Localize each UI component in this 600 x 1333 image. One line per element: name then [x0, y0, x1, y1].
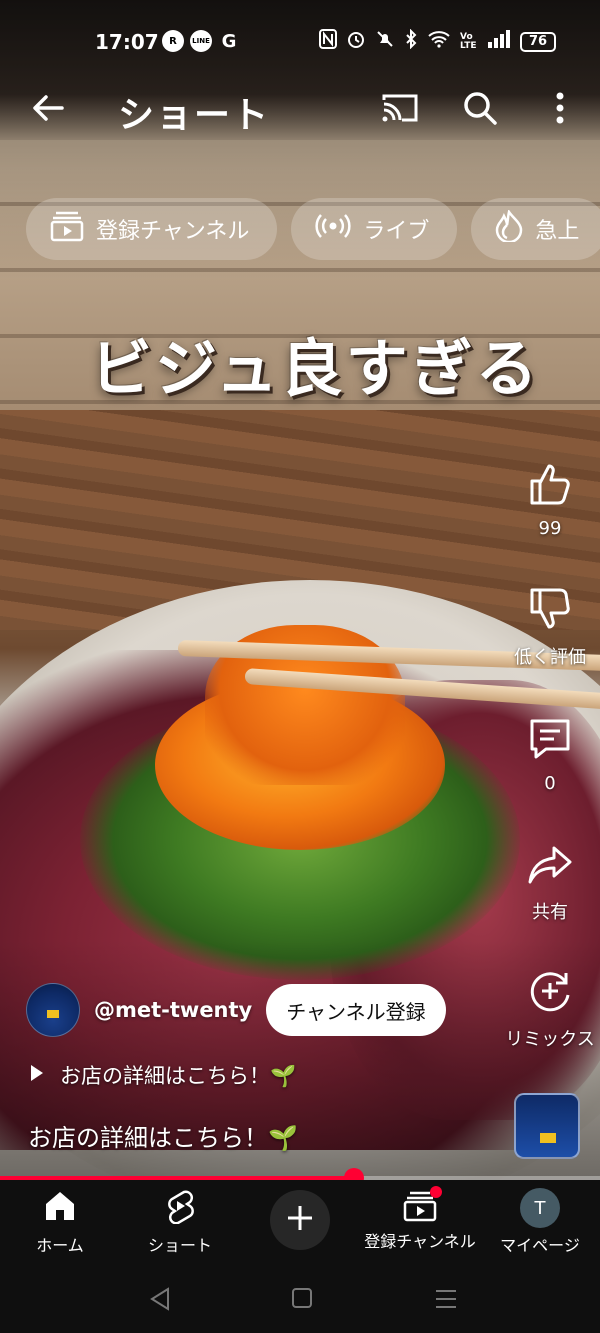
nav-label: ホーム	[36, 1236, 84, 1255]
nav-home[interactable]: ホーム	[0, 1188, 120, 1256]
share-label: 共有	[532, 902, 568, 923]
notification-dot	[430, 1186, 442, 1198]
status-time: 17:07	[95, 30, 159, 54]
video-description[interactable]: お店の詳細はこちら！🌱	[28, 1118, 298, 1153]
comment-count: 0	[544, 773, 556, 794]
channel-row: @met-twenty チャンネル登録	[26, 982, 446, 1038]
chip-live[interactable]: ライブ	[291, 198, 458, 260]
more-vert-icon[interactable]	[548, 88, 572, 128]
shorts-icon	[162, 1188, 198, 1228]
share-icon	[526, 840, 574, 892]
back-arrow-icon[interactable]	[28, 88, 68, 128]
chip-label: 急上	[535, 219, 580, 244]
page-title: ショート	[118, 95, 271, 136]
chip-label: 登録チャンネル	[96, 219, 250, 244]
alarm-icon	[346, 29, 366, 54]
user-avatar: T	[520, 1188, 560, 1228]
battery-icon: 76	[520, 31, 556, 52]
comments-button[interactable]: 0	[500, 715, 600, 794]
google-icon: G	[221, 30, 237, 52]
line-icon: LINE	[190, 30, 212, 52]
plus-icon	[285, 1203, 315, 1237]
comment-icon	[526, 715, 574, 767]
create-button[interactable]	[270, 1190, 330, 1250]
nav-label: マイページ	[500, 1236, 580, 1255]
remix-button[interactable]: リミックス	[500, 967, 600, 1051]
nav-label: 登録チャンネル	[364, 1232, 476, 1251]
trending-icon	[495, 208, 523, 248]
description-link[interactable]: お店の詳細はこちら！🌱	[30, 1060, 296, 1090]
like-count: 99	[538, 518, 562, 539]
nav-label: ショート	[147, 1236, 212, 1255]
nav-subscriptions[interactable]: 登録チャンネル	[360, 1186, 480, 1252]
subscriptions-icon	[402, 1186, 442, 1224]
cast-icon[interactable]	[380, 90, 420, 126]
nfc-icon	[319, 29, 337, 54]
system-icons: VoLTE 76	[319, 28, 556, 54]
bottom-navigation: ホーム ショート 登録チャンネル T マイページ	[0, 1180, 600, 1270]
like-button[interactable]: 99	[500, 460, 600, 539]
mute-icon	[375, 29, 395, 54]
nav-my-page[interactable]: T マイページ	[480, 1188, 600, 1256]
system-home-icon[interactable]	[291, 1286, 313, 1314]
bluetooth-icon	[404, 28, 418, 54]
thumbs-down-icon	[526, 585, 574, 637]
status-bar: 17:07 R LINE G VoLTE 76	[0, 0, 600, 80]
video-overlay-caption: ビジュ良すぎる	[90, 332, 541, 405]
system-navigation-bar	[0, 1270, 600, 1333]
subscriptions-icon	[50, 210, 84, 248]
wifi-icon	[427, 30, 451, 53]
system-recents-icon[interactable]	[434, 1286, 458, 1316]
chip-label: ライブ	[363, 219, 430, 244]
chip-trending[interactable]: 急上	[471, 198, 600, 260]
signal-icon	[487, 30, 511, 53]
channel-avatar[interactable]	[26, 983, 80, 1037]
remix-icon	[526, 967, 574, 1019]
play-triangle-icon	[30, 1063, 44, 1087]
top-bar: ショート	[0, 80, 600, 136]
dislike-button[interactable]: 低く評価	[500, 585, 600, 669]
notification-icons: R LINE G	[162, 30, 240, 52]
search-icon[interactable]	[460, 88, 500, 128]
thumbs-up-icon	[526, 460, 574, 512]
description-link-text: お店の詳細はこちら！🌱	[60, 1064, 297, 1088]
filter-chips: 登録チャンネル ライブ 急上	[26, 198, 600, 260]
sound-thumbnail[interactable]	[514, 1093, 580, 1159]
rakuten-icon: R	[162, 30, 184, 52]
live-icon	[315, 212, 351, 246]
chip-subscriptions[interactable]: 登録チャンネル	[26, 198, 278, 260]
subscribe-button[interactable]: チャンネル登録	[266, 984, 446, 1036]
nav-shorts[interactable]: ショート	[120, 1188, 240, 1256]
system-back-icon[interactable]	[148, 1286, 172, 1316]
dislike-label: 低く評価	[514, 647, 586, 668]
home-icon	[42, 1188, 78, 1228]
remix-label: リミックス	[505, 1029, 595, 1050]
volte-icon: VoLTE	[460, 31, 477, 51]
share-button[interactable]: 共有	[500, 840, 600, 924]
channel-handle[interactable]: @met-twenty	[94, 998, 252, 1022]
